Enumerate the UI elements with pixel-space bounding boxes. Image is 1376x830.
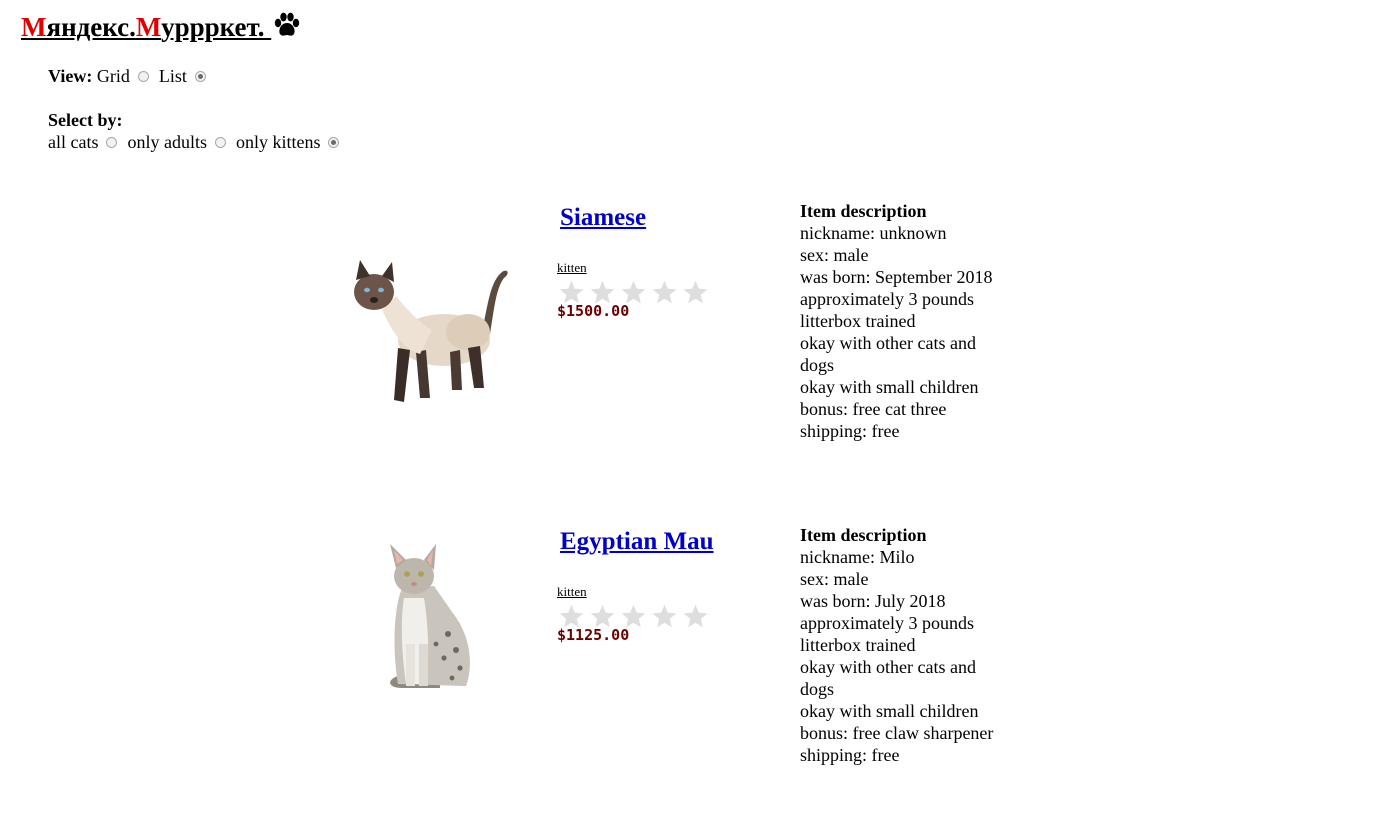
description-line: litterbox trained bbox=[800, 311, 916, 331]
star-icon[interactable] bbox=[682, 603, 709, 630]
description-line: okay with other cats and dogs bbox=[800, 657, 976, 699]
egyptian-mau-cat-image bbox=[340, 538, 520, 698]
description-line: litterbox trained bbox=[800, 635, 916, 655]
item-category-link[interactable]: kitten bbox=[557, 584, 587, 600]
item-price: $1125.00 bbox=[557, 626, 630, 644]
description-line: okay with other cats and dogs bbox=[800, 333, 976, 375]
description-line: nickname: Milo bbox=[800, 547, 915, 567]
description-line: bonus: free cat three bbox=[800, 399, 947, 419]
item-price: $1500.00 bbox=[557, 302, 630, 320]
product-item: Egyptian Mau kitten $1125.00 Item descri… bbox=[0, 0, 1376, 765]
description-line: shipping: free bbox=[800, 745, 900, 765]
description-line: approximately 3 pounds bbox=[800, 613, 974, 633]
star-icon[interactable] bbox=[651, 603, 678, 630]
description-heading: Item description bbox=[800, 525, 927, 545]
description-line: bonus: free claw sharpener bbox=[800, 723, 994, 743]
item-description: Item description nickname: Milo sex: mal… bbox=[800, 524, 1010, 766]
description-line: was born: July 2018 bbox=[800, 591, 946, 611]
description-line: shipping: free bbox=[800, 421, 900, 441]
description-line: okay with small children bbox=[800, 377, 979, 397]
description-line: okay with small children bbox=[800, 701, 979, 721]
item-title-link[interactable]: Egyptian Mau bbox=[560, 528, 714, 556]
description-line: sex: male bbox=[800, 569, 869, 589]
